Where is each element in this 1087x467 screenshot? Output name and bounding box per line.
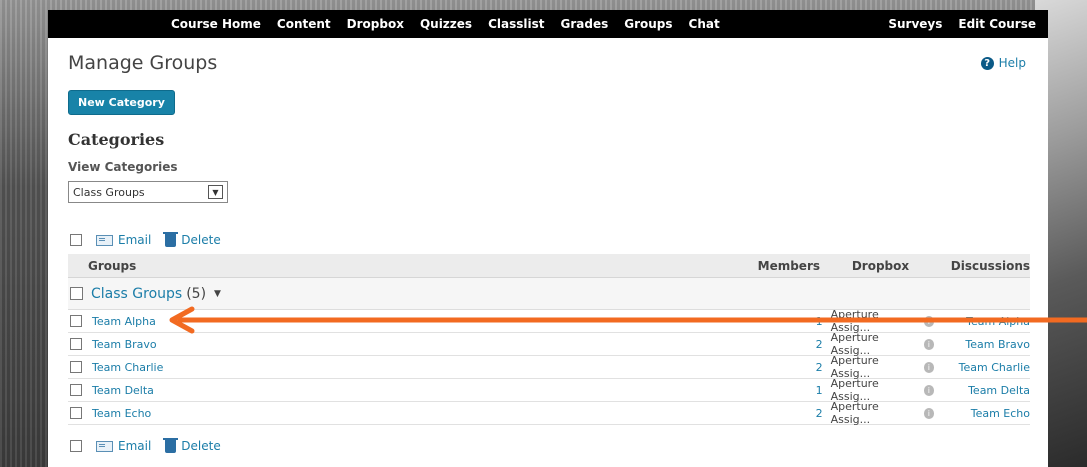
arrow-left-icon — [169, 306, 1087, 334]
annotation-overlay — [169, 306, 1087, 334]
